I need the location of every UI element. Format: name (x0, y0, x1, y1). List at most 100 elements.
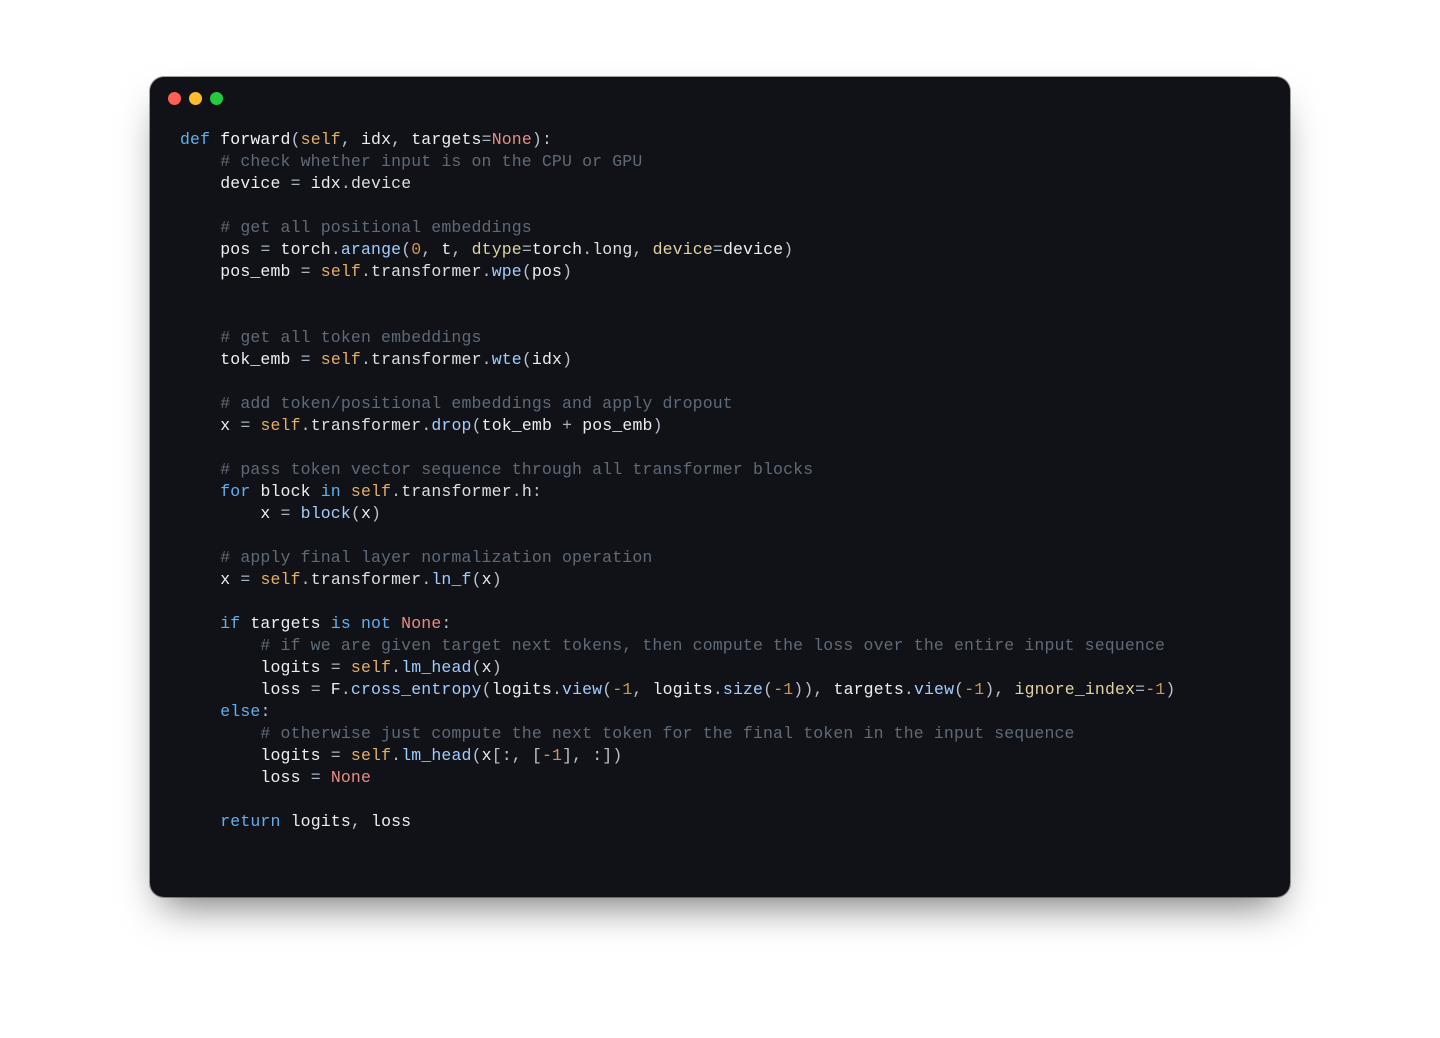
code-token-prop: transformer (311, 416, 422, 435)
code-token-punct: ( (351, 504, 361, 523)
code-token-punct: . (552, 680, 562, 699)
code-token-var (341, 658, 351, 677)
code-token-indent (180, 614, 220, 633)
code-token-var: pos_emb (572, 416, 652, 435)
code-line: # add token/positional embeddings and ap… (180, 394, 733, 413)
code-token-punct: ) (984, 680, 994, 699)
code-line: tok_emb = self.transformer.wte(idx) (180, 350, 572, 369)
traffic-light-close-icon[interactable] (168, 92, 181, 105)
code-token-var: targets (250, 614, 330, 633)
code-token-punct: . (301, 416, 311, 435)
code-token-var: logits (260, 658, 330, 677)
code-token-var: x (482, 658, 492, 677)
code-block[interactable]: def forward(self, idx, targets=None): # … (180, 129, 1260, 833)
code-token-punct: : (260, 702, 270, 721)
code-token-indent (180, 152, 220, 171)
code-token-punct: , (421, 240, 441, 259)
code-token-method: view (562, 680, 602, 699)
code-token-punct: , (341, 130, 361, 149)
code-token-method: lm_head (401, 746, 471, 765)
code-token-var: loss (260, 680, 310, 699)
code-area: def forward(self, idx, targets=None): # … (150, 119, 1290, 863)
code-token-none: None (331, 768, 371, 787)
code-token-method: view (914, 680, 954, 699)
code-token-kw: for (220, 482, 260, 501)
code-token-self: self (351, 658, 391, 677)
code-token-var: loss (371, 812, 411, 831)
code-token-punct: ) (562, 350, 572, 369)
code-token-punct: ], :]) (562, 746, 622, 765)
window-titlebar (150, 77, 1290, 119)
code-token-punct: . (341, 174, 351, 193)
code-token-op: = (331, 658, 341, 677)
code-token-punct: , (632, 680, 652, 699)
code-token-punct: , (813, 680, 833, 699)
code-token-var: idx (361, 130, 391, 149)
code-token-comment: # if we are given target next tokens, th… (260, 636, 1165, 655)
code-token-method: wpe (492, 262, 522, 281)
code-token-var: x (220, 570, 240, 589)
code-token-punct: ) (492, 570, 502, 589)
code-line: for block in self.transformer.h: (180, 482, 542, 501)
code-token-num: -1 (773, 680, 793, 699)
code-token-var: targets (834, 680, 904, 699)
code-token-indent (180, 504, 260, 523)
code-token-punct: , (451, 240, 471, 259)
code-token-var: pos (220, 240, 260, 259)
code-token-op: = (301, 350, 311, 369)
code-token-punct: ( (472, 658, 482, 677)
code-line: x = block(x) (180, 504, 381, 523)
code-token-var (291, 504, 301, 523)
code-token-var: pos (532, 262, 562, 281)
code-token-punct: . (482, 262, 492, 281)
code-token-prop: h (522, 482, 532, 501)
code-line: logits = self.lm_head(x) (180, 658, 502, 677)
code-token-op: = (291, 174, 301, 193)
code-token-punct: : (441, 614, 451, 633)
code-token-indent (180, 636, 260, 655)
code-token-punct: . (391, 746, 401, 765)
code-token-num: -1 (1145, 680, 1165, 699)
code-token-op: = (331, 746, 341, 765)
code-token-punct: ( (472, 570, 482, 589)
code-token-punct: . (512, 482, 522, 501)
code-token-var: device (723, 240, 783, 259)
code-token-method: cross_entropy (351, 680, 482, 699)
code-token-method: lm_head (401, 658, 471, 677)
code-token-var: logits (260, 746, 330, 765)
code-token-num: -1 (964, 680, 984, 699)
code-token-kw: def (180, 130, 220, 149)
code-token-indent (180, 416, 220, 435)
code-token-op: = (240, 570, 250, 589)
code-token-punct: ( (522, 262, 532, 281)
code-token-method: ln_f (431, 570, 471, 589)
code-token-punct: ) (783, 240, 793, 259)
traffic-light-zoom-icon[interactable] (210, 92, 223, 105)
code-token-punct: , (351, 812, 371, 831)
code-token-punct: , (994, 680, 1014, 699)
code-line: else: (180, 702, 271, 721)
code-token-punct: ): (532, 130, 552, 149)
code-token-prop: long (592, 240, 632, 259)
code-token-op: = (301, 262, 311, 281)
code-token-punct: ( (401, 240, 411, 259)
code-token-indent (180, 702, 220, 721)
code-token-punct: ) (653, 416, 663, 435)
editor-window: def forward(self, idx, targets=None): # … (150, 77, 1290, 897)
traffic-light-minimize-icon[interactable] (189, 92, 202, 105)
code-token-punct: , (391, 130, 411, 149)
code-token-kwarg: device (653, 240, 713, 259)
code-token-punct: ( (291, 130, 301, 149)
code-line: loss = None (180, 768, 371, 787)
code-token-var: idx (532, 350, 562, 369)
code-token-var: pos_emb (220, 262, 300, 281)
code-token-kw: else (220, 702, 260, 721)
code-line: pos_emb = self.transformer.wpe(pos) (180, 262, 572, 281)
code-line: if targets is not None: (180, 614, 451, 633)
code-token-indent (180, 724, 260, 743)
code-token-method: arange (341, 240, 401, 259)
code-line: def forward(self, idx, targets=None): (180, 130, 552, 149)
code-token-comment: # pass token vector sequence through all… (220, 460, 813, 479)
code-token-num: -1 (542, 746, 562, 765)
code-token-op: = (260, 240, 270, 259)
